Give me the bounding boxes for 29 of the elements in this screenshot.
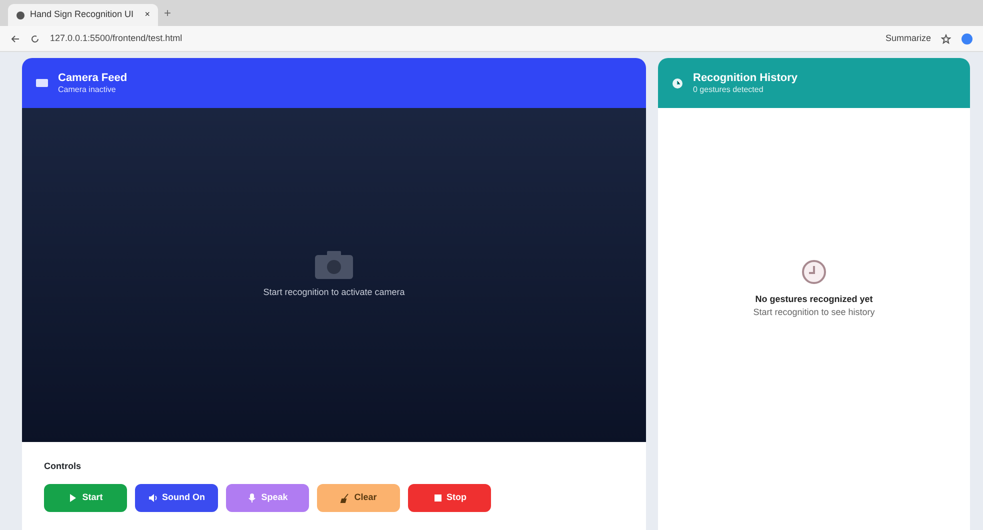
speak-button[interactable]: Speak xyxy=(226,484,309,512)
stop-icon xyxy=(432,492,442,502)
summarize-button[interactable]: Summarize xyxy=(885,32,931,46)
clock-icon xyxy=(801,258,827,284)
history-count: 0 gestures detected xyxy=(693,84,764,94)
sound-button[interactable]: Sound On xyxy=(135,484,218,512)
empty-hint: Start recognition to see history xyxy=(753,306,875,319)
start-button[interactable]: Start xyxy=(44,484,127,512)
star-icon[interactable] xyxy=(941,34,951,44)
broom-icon xyxy=(340,492,350,502)
camera-status: Camera inactive xyxy=(58,84,117,94)
back-icon[interactable] xyxy=(10,34,20,44)
address-bar[interactable]: 127.0.0.1:5500/frontend/test.html xyxy=(50,32,876,46)
camera-message: Start recognition to activate camera xyxy=(263,286,405,300)
browser-tab[interactable]: Hand Sign Recognition UI × xyxy=(8,4,158,26)
microphone-icon xyxy=(247,492,258,502)
camera-icon xyxy=(314,250,354,280)
clear-button[interactable]: Clear xyxy=(317,484,400,512)
play-icon xyxy=(68,492,78,502)
clock-icon xyxy=(672,78,683,88)
stop-button[interactable]: Stop xyxy=(408,484,491,512)
new-tab-button[interactable]: + xyxy=(164,4,172,26)
history-title: Recognition History xyxy=(693,72,798,85)
profile-icon[interactable] xyxy=(961,32,973,44)
reload-icon[interactable] xyxy=(30,34,40,44)
camera-title: Camera Feed xyxy=(58,72,128,85)
speaker-icon xyxy=(148,492,158,502)
empty-title: No gestures recognized yet xyxy=(755,292,873,306)
controls-heading: Controls xyxy=(44,460,82,473)
